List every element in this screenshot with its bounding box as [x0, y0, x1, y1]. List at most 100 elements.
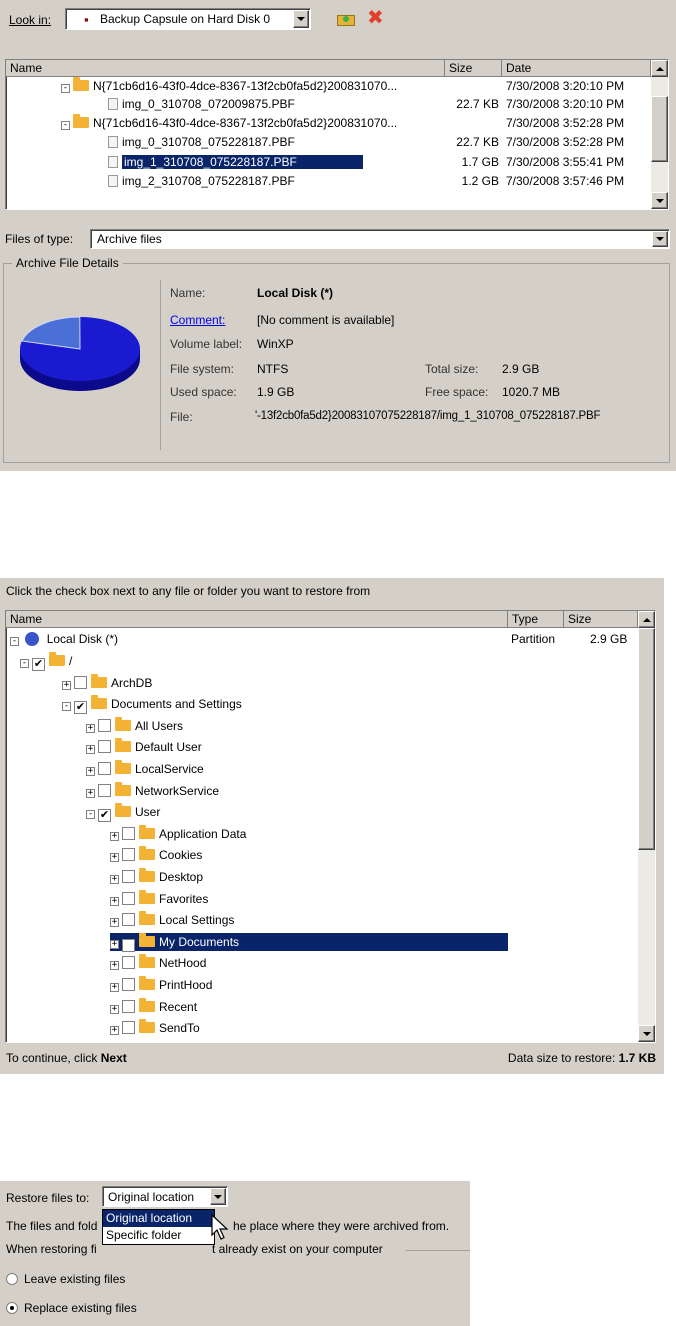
look-in-dropdown[interactable]: ▪ Backup Capsule on Hard Disk 0	[65, 8, 311, 30]
tree-row[interactable]: + Favorites	[110, 889, 208, 908]
tree-row[interactable]: + SendTo	[110, 1019, 200, 1037]
tree-row[interactable]: + Recent	[110, 997, 197, 1016]
folder-icon	[91, 673, 107, 688]
files-of-type-dropdown-button[interactable]	[652, 231, 668, 247]
tree-row[interactable]: + LocalService	[86, 760, 204, 778]
expand-icon[interactable]: +	[110, 1004, 119, 1014]
tree-checkbox[interactable]	[122, 1021, 135, 1035]
tree-row[interactable]: -/	[20, 652, 72, 671]
tree-row[interactable]: + Desktop	[110, 868, 203, 886]
column-header-date[interactable]: Date	[502, 60, 651, 77]
tree-checkbox[interactable]	[74, 701, 87, 715]
tree-checkbox[interactable]	[98, 718, 111, 732]
tree-checkbox[interactable]	[98, 783, 111, 797]
tree-checkbox[interactable]	[122, 978, 135, 991]
expand-icon[interactable]: +	[110, 939, 119, 949]
column-header-size[interactable]: Size	[564, 611, 638, 628]
tree-checkbox[interactable]	[98, 762, 111, 775]
restore-to-options-list[interactable]: Original location Specific folder	[102, 1209, 215, 1245]
column-header-name[interactable]: Name	[6, 611, 508, 628]
tree-checkbox[interactable]	[122, 826, 135, 840]
tree-row[interactable]: + Default User	[86, 738, 202, 756]
tree-checkbox[interactable]	[122, 913, 135, 927]
tree-row[interactable]: + PrintHood	[110, 976, 212, 994]
archive-file-list[interactable]: Name Size Date - N{71cb6d16-43f0-4dce-836…	[5, 59, 669, 210]
collapse-icon[interactable]: -	[62, 702, 71, 712]
tree-checkbox[interactable]	[122, 870, 135, 883]
tree-row[interactable]: - User	[86, 803, 160, 823]
vertical-scrollbar[interactable]	[638, 611, 655, 1042]
archive-row[interactable]: - N{71cb6d16-43f0-4dce-8367-13f2cb0fa5d2}…	[6, 77, 651, 95]
archive-row[interactable]: - N{71cb6d16-43f0-4dce-8367-13f2cb0fa5d2}…	[6, 114, 651, 132]
tree-checkbox[interactable]	[122, 848, 135, 862]
folder-icon	[139, 976, 155, 990]
expand-icon[interactable]: +	[86, 723, 95, 733]
tree-row[interactable]: + NetworkService	[86, 781, 219, 800]
delete-icon[interactable]: ✖	[367, 8, 387, 28]
used-space-label: Used space:	[170, 385, 237, 399]
replace-existing-radio[interactable]	[6, 1302, 18, 1314]
tree-checkbox[interactable]	[122, 999, 135, 1013]
expand-icon[interactable]: +	[86, 767, 95, 776]
restore-to-dropdown-button[interactable]	[210, 1188, 226, 1205]
column-header-name[interactable]: Name	[6, 60, 445, 77]
scroll-up-button[interactable]	[651, 60, 668, 77]
collapse-icon[interactable]: -	[61, 121, 70, 130]
collapse-icon[interactable]: -	[10, 637, 19, 646]
leave-existing-option[interactable]: Leave existing files	[6, 1272, 125, 1286]
tree-checkbox[interactable]	[98, 809, 111, 823]
comment-link[interactable]: Comment:	[170, 313, 225, 327]
collapse-icon[interactable]: -	[61, 84, 70, 93]
tree-checkbox[interactable]	[122, 956, 135, 970]
archive-row[interactable]: img_1_310708_075228187.PBF 1.7 GB 7/30/200…	[6, 153, 651, 171]
replace-existing-option[interactable]: Replace existing files	[6, 1301, 137, 1315]
tree-row[interactable]: - Documents and Settings	[62, 695, 242, 715]
tree-row[interactable]: + Application Data	[110, 824, 246, 843]
expand-icon[interactable]: +	[86, 745, 95, 755]
tree-row[interactable]: + ArchDB	[62, 673, 152, 692]
expand-icon[interactable]: +	[62, 680, 71, 690]
tree-row[interactable]: + NetHood	[110, 954, 206, 972]
restore-to-dropdown[interactable]: Original location	[102, 1186, 228, 1207]
folder-up-icon[interactable]	[337, 11, 355, 26]
expand-icon[interactable]: +	[110, 853, 119, 863]
tree-row[interactable]: + My Documents	[110, 932, 508, 952]
archive-open-dialog: Look in: ▪ Backup Capsule on Hard Disk 0…	[0, 0, 676, 471]
expand-icon[interactable]: +	[110, 875, 119, 884]
tree-checkbox[interactable]	[122, 938, 135, 952]
tree-checkbox[interactable]	[122, 891, 135, 905]
tree-checkbox[interactable]	[32, 658, 45, 671]
expand-icon[interactable]: +	[86, 788, 95, 798]
tree-row[interactable]: + Local Settings	[110, 911, 234, 929]
archive-row[interactable]: img_2_310708_075228187.PBF 1.2 GB 7/30/200…	[6, 172, 651, 190]
leave-existing-radio[interactable]	[6, 1273, 18, 1285]
expand-icon[interactable]: +	[110, 1026, 119, 1036]
column-header-size[interactable]: Size	[445, 60, 502, 77]
scroll-down-button[interactable]	[638, 1025, 655, 1042]
scroll-down-button[interactable]	[651, 192, 668, 209]
tree-checkbox[interactable]	[74, 675, 87, 689]
vertical-scrollbar[interactable]	[651, 60, 668, 209]
option-specific-folder[interactable]: Specific folder	[103, 1227, 214, 1244]
expand-icon[interactable]: +	[110, 831, 119, 841]
option-original-location[interactable]: Original location	[103, 1210, 214, 1227]
scroll-up-button[interactable]	[638, 611, 655, 628]
tree-row-label: NetHood	[159, 956, 207, 971]
tree-checkbox[interactable]	[98, 740, 111, 754]
scroll-thumb[interactable]	[651, 96, 668, 162]
expand-icon[interactable]: +	[110, 918, 119, 928]
expand-icon[interactable]: +	[110, 983, 119, 992]
collapse-icon[interactable]: -	[86, 810, 95, 820]
expand-icon[interactable]: +	[110, 961, 119, 971]
files-of-type-dropdown[interactable]: Archive files	[90, 229, 670, 249]
collapse-icon[interactable]: -	[20, 659, 29, 668]
restore-tree-view[interactable]: Name Type Size - Local Disk (*) Partitio…	[5, 610, 656, 1043]
expand-icon[interactable]: +	[110, 896, 119, 906]
archive-row[interactable]: img_0_310708_072009875.PBF 22.7 KB 7/30/20…	[6, 95, 651, 113]
look-in-dropdown-button[interactable]	[293, 10, 309, 28]
tree-row[interactable]: + Cookies	[110, 846, 202, 864]
tree-row[interactable]: + All Users	[86, 716, 183, 735]
scroll-thumb[interactable]	[638, 628, 655, 850]
archive-row[interactable]: img_0_310708_075228187.PBF 22.7 KB 7/30/20…	[6, 133, 651, 151]
column-header-type[interactable]: Type	[508, 611, 564, 628]
